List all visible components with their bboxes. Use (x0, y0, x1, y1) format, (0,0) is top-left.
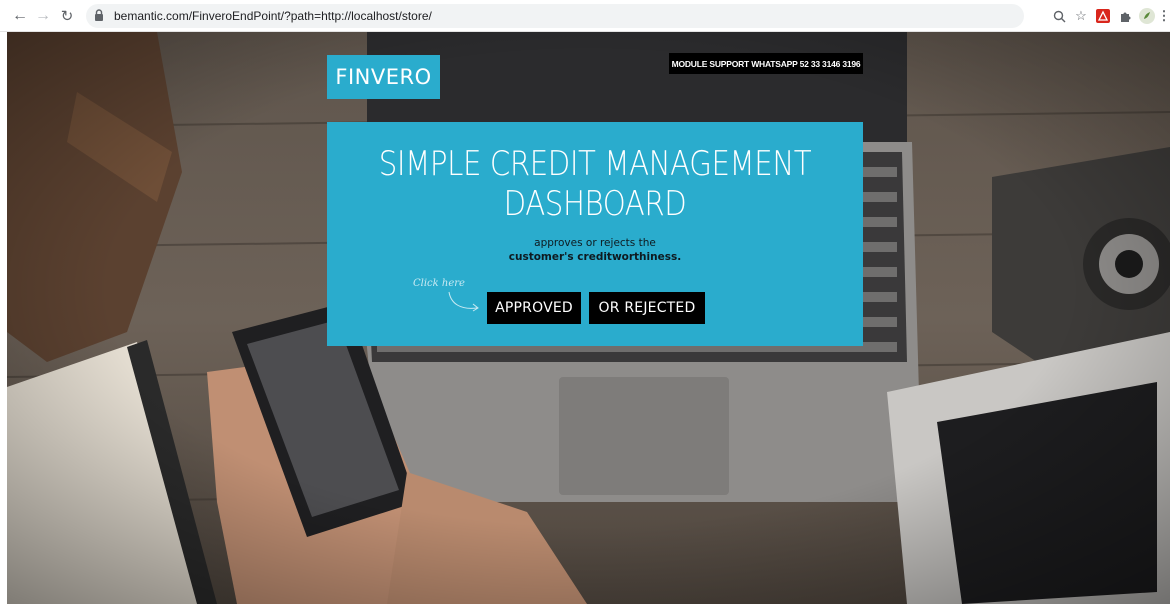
lock-icon (94, 9, 106, 23)
back-arrow-icon[interactable]: ← (10, 6, 30, 26)
rejected-button[interactable]: OR REJECTED (589, 292, 705, 324)
hero-subtitle-line-1: approves or rejects the (534, 237, 656, 249)
hero-title-line-1: SIMPLE CREDIT MANAGEMENT (378, 144, 812, 184)
reload-icon[interactable]: ↻ (57, 6, 77, 26)
browser-toolbar: ← → ↻ bemantic.com/FinveroEndPoint/?path… (0, 0, 1170, 32)
pdf-extension-icon[interactable] (1092, 6, 1114, 26)
zoom-icon[interactable] (1048, 6, 1070, 26)
profile-avatar-icon[interactable] (1136, 6, 1158, 26)
click-here-hint: Click here (413, 278, 465, 289)
bookmark-star-icon[interactable]: ☆ (1070, 6, 1092, 26)
finvero-logo: FINVERO (327, 55, 440, 99)
hero-title-line-2: DASHBOARD (503, 184, 687, 224)
address-bar[interactable]: bemantic.com/FinveroEndPoint/?path=http:… (86, 4, 1024, 28)
hero-subtitle-line-2: customer's creditworthiness. (508, 251, 682, 263)
hero-panel: SIMPLE CREDIT MANAGEMENT DASHBOARD appro… (327, 122, 863, 346)
url-text[interactable]: bemantic.com/FinveroEndPoint/?path=http:… (114, 9, 432, 23)
menu-kebab-icon[interactable]: ⋮ (1158, 6, 1170, 26)
hero-subtitle: approves or rejects the customer's credi… (327, 236, 863, 264)
support-banner: MODULE SUPPORT WHATSAPP 52 33 3146 3196 (669, 53, 863, 74)
extensions-puzzle-icon[interactable] (1114, 6, 1136, 26)
curved-arrow-icon (448, 291, 479, 312)
approved-button[interactable]: APPROVED (487, 292, 581, 324)
hero-title: SIMPLE CREDIT MANAGEMENT DASHBOARD (365, 144, 826, 224)
forward-arrow-icon[interactable]: → (33, 6, 53, 26)
page-background: FINVERO MODULE SUPPORT WHATSAPP 52 33 31… (7, 32, 1170, 604)
